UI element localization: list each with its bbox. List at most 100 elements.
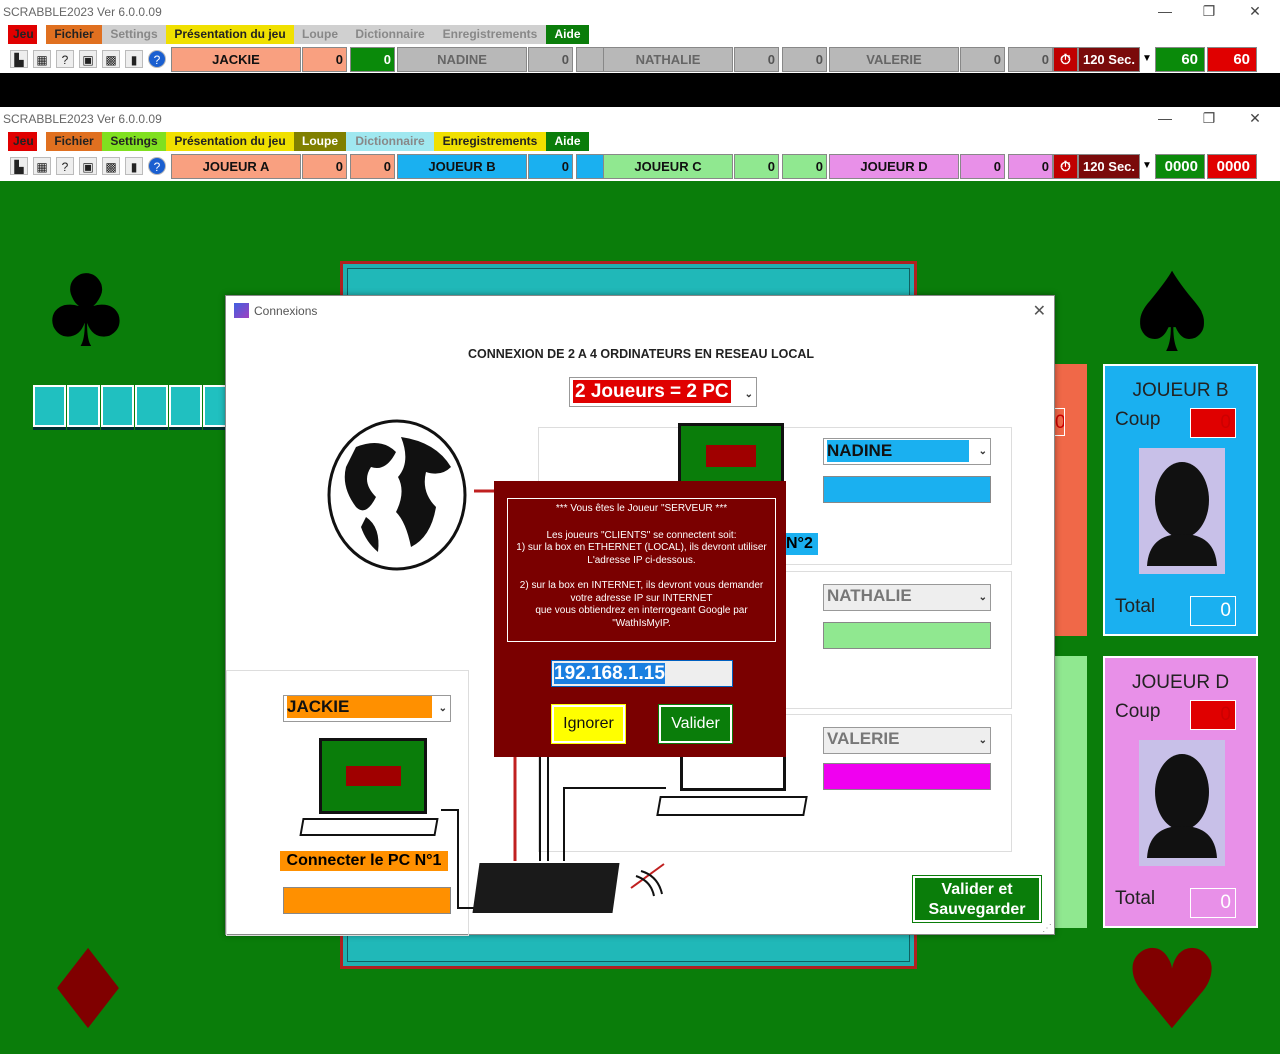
info-icon[interactable]: ? <box>148 157 166 175</box>
menu-settings[interactable]: Settings <box>102 25 166 44</box>
qr-icon[interactable]: ▩ <box>102 157 120 175</box>
menu-pr-sentation-du-jeu[interactable]: Présentation du jeu <box>166 132 294 151</box>
menu-pr-sentation-du-jeu[interactable]: Présentation du jeu <box>166 25 294 44</box>
message-line: 1) sur la box en ETHERNET (LOCAL), ils d… <box>516 542 767 553</box>
menu-fichier[interactable]: Fichier <box>46 132 102 151</box>
window-title: SCRABBLE2023 Ver 6.0.0.09 <box>3 112 162 126</box>
menu-fichier[interactable]: Fichier <box>46 25 102 44</box>
resize-grip-icon[interactable]: ⋰ <box>1042 923 1052 934</box>
window-title: SCRABBLE2023 Ver 6.0.0.09 <box>3 5 162 19</box>
close-icon[interactable]: ✕ <box>1232 0 1278 22</box>
coup-value: 0 <box>528 154 573 179</box>
minimize-icon[interactable]: — <box>1142 107 1188 129</box>
router-icon <box>472 863 620 913</box>
player-card-d: JOUEUR D Coup 0 Total 0 <box>1103 656 1258 928</box>
message-line: L'adresse IP ci-dessous. <box>587 554 696 566</box>
coup-value: 0 <box>1190 408 1236 438</box>
calendar-icon[interactable]: ▦ <box>33 50 51 68</box>
player-name: JOUEUR D <box>829 154 959 179</box>
player-name: JOUEUR B <box>1132 380 1229 401</box>
clock-icon[interactable]: ⏱ <box>1053 47 1078 72</box>
score-green: 0000 <box>1155 154 1205 179</box>
ignore-button[interactable]: Ignorer <box>551 704 626 744</box>
menu-aide[interactable]: Aide <box>546 25 589 44</box>
server-popup: *** Vous êtes le Joueur "SERVEUR *** Les… <box>494 481 786 757</box>
menu-aide[interactable]: Aide <box>546 132 589 151</box>
chevron-down-icon[interactable]: ▼ <box>1140 154 1154 179</box>
total-value: 0 <box>350 154 395 179</box>
restore-icon[interactable]: ❐ <box>1186 0 1232 22</box>
timer-display: 120 Sec. <box>1078 47 1140 72</box>
avatar <box>1139 740 1225 866</box>
ip-address-input[interactable]: 192.168.1.15 <box>551 660 733 687</box>
minimize-icon[interactable]: — <box>1142 0 1188 22</box>
chevron-down-icon[interactable]: ▼ <box>1140 47 1154 72</box>
coup-value: 0 <box>960 154 1005 179</box>
help-puzzle-icon[interactable]: ? <box>56 157 74 175</box>
menu-settings[interactable]: Settings <box>102 132 166 151</box>
score-green: 60 <box>1155 47 1205 72</box>
exit-icon[interactable]: ▙ <box>10 50 28 68</box>
timer-display: 120 Sec. <box>1078 154 1140 179</box>
total-value: 0 <box>782 47 827 72</box>
score-red: 0000 <box>1207 154 1257 179</box>
club-icon: ♣ <box>41 253 131 370</box>
player-name: JACKIE <box>171 47 301 72</box>
menu-jeu[interactable]: Jeu <box>8 25 37 44</box>
coup-value: 0 <box>960 47 1005 72</box>
rack-tile[interactable] <box>67 385 100 427</box>
clock-icon[interactable]: ⏱ <box>1053 154 1078 179</box>
menu-enregistrements[interactable]: Enregistrements <box>434 132 546 151</box>
book-icon[interactable]: ▮ <box>125 50 143 68</box>
menu-jeu[interactable]: Jeu <box>8 132 37 151</box>
info-icon[interactable]: ? <box>148 50 166 68</box>
coup-value: 0 <box>734 154 779 179</box>
save-icon[interactable]: ▣ <box>79 157 97 175</box>
total-value: 0 <box>1190 596 1236 626</box>
tile-rack <box>33 385 236 429</box>
total-value: 0 <box>1190 888 1236 918</box>
player-name: JOUEUR D <box>1131 672 1230 693</box>
total-value: 0 <box>782 154 827 179</box>
exit-icon[interactable]: ▙ <box>10 157 28 175</box>
message-line: que vous obtiendrez en interrogeant Goog… <box>535 605 748 616</box>
rack-tile[interactable] <box>169 385 202 427</box>
menu-loupe[interactable]: Loupe <box>294 25 346 44</box>
total-value: 0 <box>1008 47 1053 72</box>
player-name: NATHALIE <box>603 47 733 72</box>
coup-label: Coup <box>1115 701 1161 722</box>
rack-tile[interactable] <box>101 385 134 427</box>
coup-value: 0 <box>1190 700 1236 730</box>
help-puzzle-icon[interactable]: ? <box>56 50 74 68</box>
calendar-icon[interactable]: ▦ <box>33 157 51 175</box>
menu-bar: Jeu Fichier Settings Présentation du jeu Lou… <box>0 131 1280 151</box>
menu-dictionnaire[interactable]: Dictionnaire <box>346 25 434 44</box>
diamond-icon: ♦ <box>38 926 138 1054</box>
player-name: NADINE <box>397 47 527 72</box>
total-value: 0 <box>1008 154 1053 179</box>
window-gap <box>0 73 1280 107</box>
total-label: Total <box>1115 888 1156 909</box>
message-line: "WathIsMyIP. <box>612 617 671 629</box>
rack-tile[interactable] <box>135 385 168 427</box>
coup-value: 0 <box>734 47 779 72</box>
top-window: SCRABBLE2023 Ver 6.0.0.09 — ❐ ✕ Jeu Fichi… <box>0 0 1280 73</box>
restore-icon[interactable]: ❐ <box>1186 107 1232 129</box>
menu-dictionnaire[interactable]: Dictionnaire <box>346 132 434 151</box>
menu-enregistrements[interactable]: Enregistrements <box>434 25 546 44</box>
qr-icon[interactable]: ▩ <box>102 50 120 68</box>
validate-button[interactable]: Valider <box>658 704 733 744</box>
close-icon[interactable]: ✕ <box>1232 107 1278 129</box>
book-icon[interactable]: ▮ <box>125 157 143 175</box>
coup-value-a: 0 <box>1055 408 1065 436</box>
rack-tile[interactable] <box>33 385 66 427</box>
player-name: VALERIE <box>829 47 959 72</box>
message-line: votre adresse IP sur INTERNET <box>570 592 713 604</box>
player-card-c <box>1055 656 1087 928</box>
total-value: 0 <box>350 47 395 72</box>
server-message: *** Vous êtes le Joueur "SERVEUR *** Les… <box>507 498 776 642</box>
save-button[interactable]: Valider et Sauvegarder <box>912 875 1042 923</box>
spade-icon: ♠ <box>1122 249 1222 377</box>
menu-loupe[interactable]: Loupe <box>294 132 346 151</box>
save-icon[interactable]: ▣ <box>79 50 97 68</box>
